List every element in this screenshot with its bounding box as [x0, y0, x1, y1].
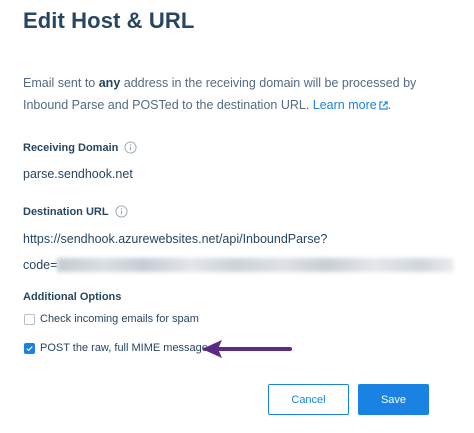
intro-text-bold: any [98, 76, 121, 90]
cancel-button[interactable]: Cancel [268, 384, 349, 415]
raw-mime-label: POST the raw, full MIME message [40, 342, 208, 354]
receiving-domain-label: Receiving Domain [23, 141, 119, 154]
external-link-icon [379, 101, 388, 110]
destination-url-label: Destination URL [23, 205, 109, 218]
info-icon[interactable] [124, 141, 137, 154]
spam-check-checkbox[interactable] [24, 313, 35, 325]
raw-mime-checkbox[interactable] [24, 342, 35, 354]
receiving-domain-label-row: Receiving Domain [23, 141, 137, 154]
intro-text-part1: Email sent to [23, 76, 99, 90]
spam-check-label: Check incoming emails for spam [40, 313, 199, 325]
intro-text-part3: . [387, 98, 392, 112]
receiving-domain-value: parse.sendhook.net [23, 167, 133, 181]
destination-url-label-row: Destination URL [23, 205, 128, 218]
cancel-button-label: Cancel [291, 393, 326, 406]
additional-options-label: Additional Options [23, 291, 122, 303]
intro-text: Email sent to any address in the receivi… [23, 72, 443, 116]
raw-mime-option[interactable]: POST the raw, full MIME message [24, 342, 208, 354]
destination-url-value-line1: https://sendhook.azurewebsites.net/api/I… [23, 232, 328, 246]
save-button[interactable]: Save [358, 384, 429, 415]
checkmark-icon [26, 345, 33, 351]
destination-url-value-code-prefix: code= [23, 258, 58, 272]
learn-more-label: Learn more [312, 98, 377, 112]
arrow-annotation [202, 340, 292, 358]
page-title: Edit Host & URL [23, 8, 195, 33]
redacted-code-value [57, 258, 453, 272]
spam-check-option[interactable]: Check incoming emails for spam [24, 313, 199, 325]
info-icon[interactable] [115, 205, 128, 218]
learn-more-link[interactable]: Learn more [313, 98, 388, 112]
save-button-label: Save [380, 393, 407, 406]
